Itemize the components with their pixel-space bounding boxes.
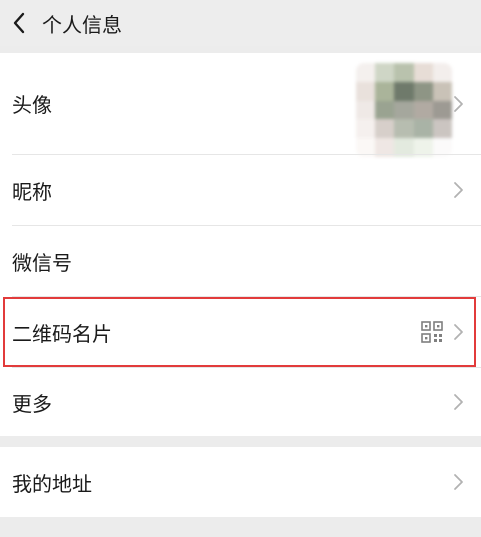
qr-card-row[interactable]: 二维码名片	[0, 297, 481, 367]
qr-card-label: 二维码名片	[12, 321, 112, 346]
chevron-right-icon	[453, 95, 465, 113]
wechat-id-label: 微信号	[12, 250, 72, 275]
chevron-right-icon	[453, 473, 465, 491]
nickname-label: 昵称	[12, 179, 52, 204]
nickname-row[interactable]: 昵称	[0, 155, 481, 225]
qr-code-icon	[421, 321, 443, 343]
avatar	[356, 63, 452, 157]
page-title: 个人信息	[42, 12, 122, 37]
wechat-id-row[interactable]: 微信号	[0, 226, 481, 296]
back-button[interactable]	[2, 0, 36, 46]
my-address-row[interactable]: 我的地址	[0, 447, 481, 517]
more-label: 更多	[12, 391, 52, 416]
avatar-label: 头像	[12, 93, 52, 117]
my-address-label: 我的地址	[12, 471, 92, 496]
chevron-right-icon	[453, 393, 465, 411]
chevron-right-icon	[453, 323, 465, 341]
header-bar: 个人信息	[0, 0, 481, 46]
chevron-right-icon	[453, 181, 465, 199]
avatar-row[interactable]: 头像	[0, 53, 481, 157]
more-row[interactable]: 更多	[0, 368, 481, 436]
profile-section: 头像 昵称 微信号 二维码名片 更多	[0, 53, 481, 436]
chevron-left-icon	[13, 12, 25, 34]
address-section: 我的地址	[0, 447, 481, 517]
